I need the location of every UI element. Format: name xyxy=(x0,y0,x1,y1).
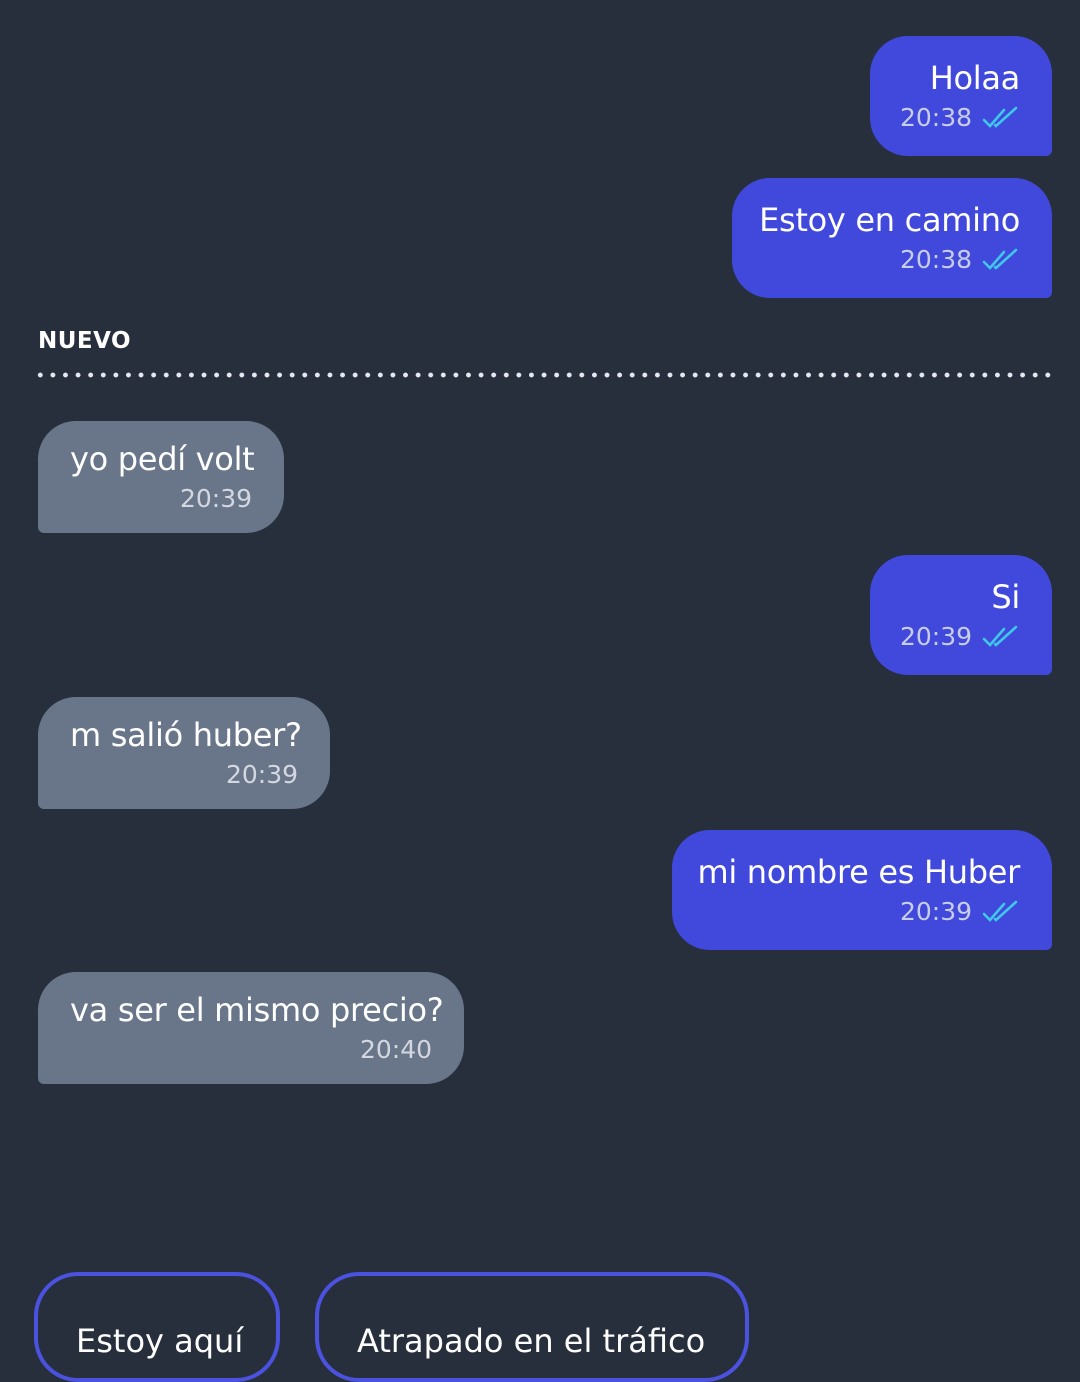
message-text: m salió huber? xyxy=(70,716,302,754)
message-text: Si xyxy=(991,578,1020,616)
message-meta: 20:38 xyxy=(900,102,1020,134)
message-time: 20:39 xyxy=(225,760,298,789)
message-bubble-outgoing[interactable]: mi nombre es Huber 20:39 xyxy=(672,830,1052,950)
message-bubble-incoming[interactable]: m salió huber? 20:39 xyxy=(38,697,330,809)
new-messages-divider xyxy=(34,372,1052,378)
message-time: 20:39 xyxy=(899,897,972,926)
message-meta: 20:39 xyxy=(900,896,1020,928)
message-time: 20:39 xyxy=(179,484,252,513)
message-text: Holaa xyxy=(929,59,1021,97)
message-text: va ser el mismo precio? xyxy=(70,991,444,1029)
new-messages-label: NUEVO xyxy=(38,328,132,354)
message-text: Estoy en camino xyxy=(759,201,1020,239)
message-bubble-incoming[interactable]: yo pedí volt 20:39 xyxy=(38,421,284,533)
quick-reply-atrapado-en-el-trafico[interactable]: Atrapado en el tráfico xyxy=(315,1272,749,1382)
message-text: yo pedí volt xyxy=(70,440,255,478)
message-meta: 20:40 xyxy=(360,1034,432,1066)
double-check-icon xyxy=(982,625,1018,647)
message-time: 20:39 xyxy=(899,622,972,651)
message-meta: 20:39 xyxy=(900,621,1020,653)
double-check-icon xyxy=(982,106,1018,128)
message-time: 20:38 xyxy=(899,103,972,132)
message-meta: 20:39 xyxy=(226,759,298,791)
message-bubble-outgoing[interactable]: Holaa 20:38 xyxy=(870,36,1052,156)
double-check-icon xyxy=(982,900,1018,922)
message-meta: 20:39 xyxy=(180,483,252,515)
message-bubble-incoming[interactable]: va ser el mismo precio? 20:40 xyxy=(38,972,464,1084)
quick-reply-estoy-aqui[interactable]: Estoy aquí xyxy=(34,1272,280,1382)
message-text: mi nombre es Huber xyxy=(697,853,1020,891)
message-bubble-outgoing[interactable]: Estoy en camino 20:38 xyxy=(732,178,1052,298)
message-time: 20:40 xyxy=(359,1035,432,1064)
message-bubble-outgoing[interactable]: Si 20:39 xyxy=(870,555,1052,675)
double-check-icon xyxy=(982,248,1018,270)
message-meta: 20:38 xyxy=(900,244,1020,276)
message-time: 20:38 xyxy=(899,245,972,274)
